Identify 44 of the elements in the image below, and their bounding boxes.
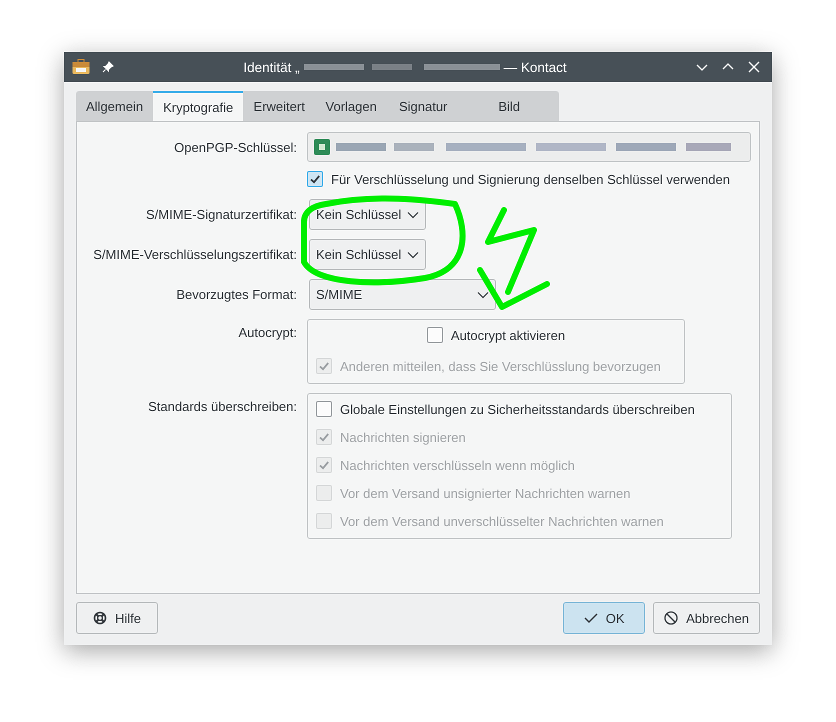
tab[interactable]: Bild	[459, 91, 560, 121]
check-icon	[309, 173, 321, 185]
close-icon[interactable]	[748, 61, 760, 73]
checkbox[interactable]	[307, 171, 323, 187]
pin-icon[interactable]	[102, 61, 114, 73]
check-icon	[318, 459, 330, 471]
field-label: Standards überschreiben:	[147, 398, 297, 414]
dropdown[interactable]: Kein Schlüssel	[309, 239, 426, 270]
window-title: Identität „	[243, 60, 300, 74]
help-button[interactable]: Hilfe	[76, 602, 158, 634]
field-label: OpenPGP-Schlüssel:	[173, 140, 297, 154]
key-selector[interactable]	[307, 132, 751, 162]
tab[interactable]: Kryptografie	[153, 91, 244, 121]
check-icon	[318, 360, 330, 372]
checkbox[interactable]	[316, 401, 332, 417]
tab[interactable]: Allgemein	[76, 91, 154, 121]
checkbox-label: Globale Einstellungen zu Sicherheitsstandards überschreiben	[340, 402, 695, 416]
field-label: S/MIME-Verschlüsselungszertifikat:	[92, 247, 297, 262]
checkbox-label: Nachrichten verschlüsseln wenn möglich	[340, 458, 575, 472]
chevron-down-icon	[407, 210, 419, 218]
checkbox-label: Autocrypt aktivieren	[450, 328, 566, 342]
checkbox-label: Anderen mitteilen, dass Sie Verschlüsslung bevorzugen	[340, 358, 661, 374]
tab[interactable]: Erweitert	[243, 91, 316, 121]
ok-button[interactable]: OK	[563, 602, 646, 634]
cancel-button[interactable]: Abbrechen	[653, 602, 760, 634]
chevron-down-icon	[477, 290, 489, 298]
check-icon	[318, 431, 330, 443]
briefcase-icon	[72, 59, 90, 75]
field-label: Autocrypt:	[237, 324, 297, 340]
tab[interactable]: Signatur	[387, 91, 460, 121]
checkbox-label: Vor dem Versand unverschlüsselter Nachrichten warnen	[340, 514, 664, 528]
tab[interactable]: Vorlagen	[315, 91, 388, 121]
field-label: S/MIME-Signaturzertifikat:	[145, 207, 297, 222]
key-icon	[314, 139, 330, 155]
window-title: — Kontact	[504, 60, 567, 74]
lifebuoy-icon	[92, 611, 107, 625]
checkbox-label: Vor dem Versand unsignierter Nachrichten warnen	[340, 486, 630, 500]
checkbox-label: Nachrichten signieren	[340, 430, 466, 444]
checkmark-icon	[584, 612, 598, 624]
checkbox[interactable]	[426, 327, 443, 343]
chevron-down-icon	[407, 250, 419, 258]
cancel-icon	[664, 611, 678, 625]
checkbox-label: Für Verschlüsselung und Signierung denselben Schlüssel verwenden	[331, 172, 730, 186]
field-label: Bevorzugtes Format:	[175, 287, 297, 302]
